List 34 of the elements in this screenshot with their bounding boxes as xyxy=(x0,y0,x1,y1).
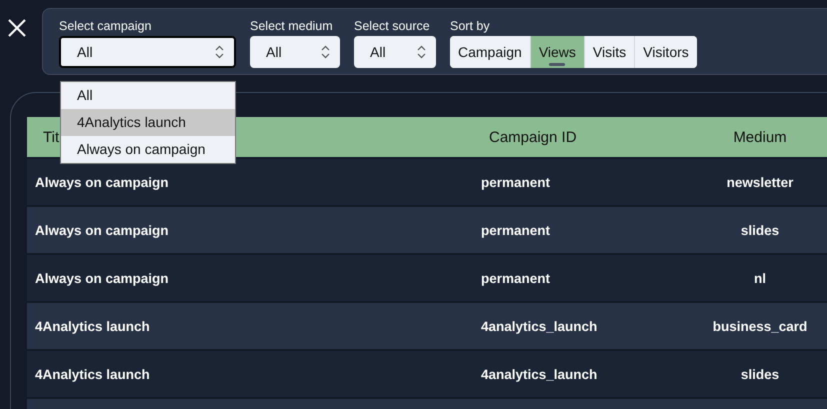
table-cell: Always on campaign xyxy=(35,174,169,190)
dropdown-option[interactable]: All xyxy=(61,82,235,109)
column-header: Tit xyxy=(43,128,60,146)
sort-button[interactable]: Views xyxy=(530,36,585,68)
dropdown-option[interactable]: 4Analytics launch xyxy=(61,109,235,136)
table-cell: newsletter xyxy=(726,174,794,190)
table-cell: Always on campaign xyxy=(35,270,169,286)
chevron-icon xyxy=(215,45,224,59)
table-cell: slides xyxy=(740,222,780,238)
table-cell: 4analytics_launch xyxy=(481,366,598,382)
select-field[interactable]: All xyxy=(354,36,436,68)
select-field[interactable]: All xyxy=(250,36,340,68)
column-header: Medium xyxy=(733,128,787,146)
filter-label: Select source xyxy=(354,19,431,33)
table-cell: permanent xyxy=(481,270,550,286)
table-cell: slides xyxy=(740,366,780,382)
filter-label: Select medium xyxy=(250,19,334,33)
dropdown-option[interactable]: Always on campaign xyxy=(61,136,235,163)
table-cell: business_card xyxy=(712,318,808,334)
close-icon[interactable] xyxy=(8,19,26,37)
column-header: Campaign ID xyxy=(489,128,577,146)
table-cell: Always on campaign xyxy=(35,222,169,238)
table-cell: 4Analytics launch xyxy=(35,318,150,334)
chevron-icon xyxy=(417,45,426,59)
table-cell: permanent xyxy=(481,174,550,190)
sort-label: Sort by xyxy=(450,19,491,33)
sort-button[interactable]: Campaign xyxy=(450,36,531,68)
select-field[interactable]: All xyxy=(59,36,236,68)
filter-label: Select campaign xyxy=(59,19,152,33)
table-cell: 4Analytics launch xyxy=(35,366,150,382)
table-cell: 4analytics_launch xyxy=(481,318,598,334)
table-cell: permanent xyxy=(481,222,550,238)
table-cell: nl xyxy=(754,270,766,286)
chevron-icon xyxy=(321,45,330,59)
